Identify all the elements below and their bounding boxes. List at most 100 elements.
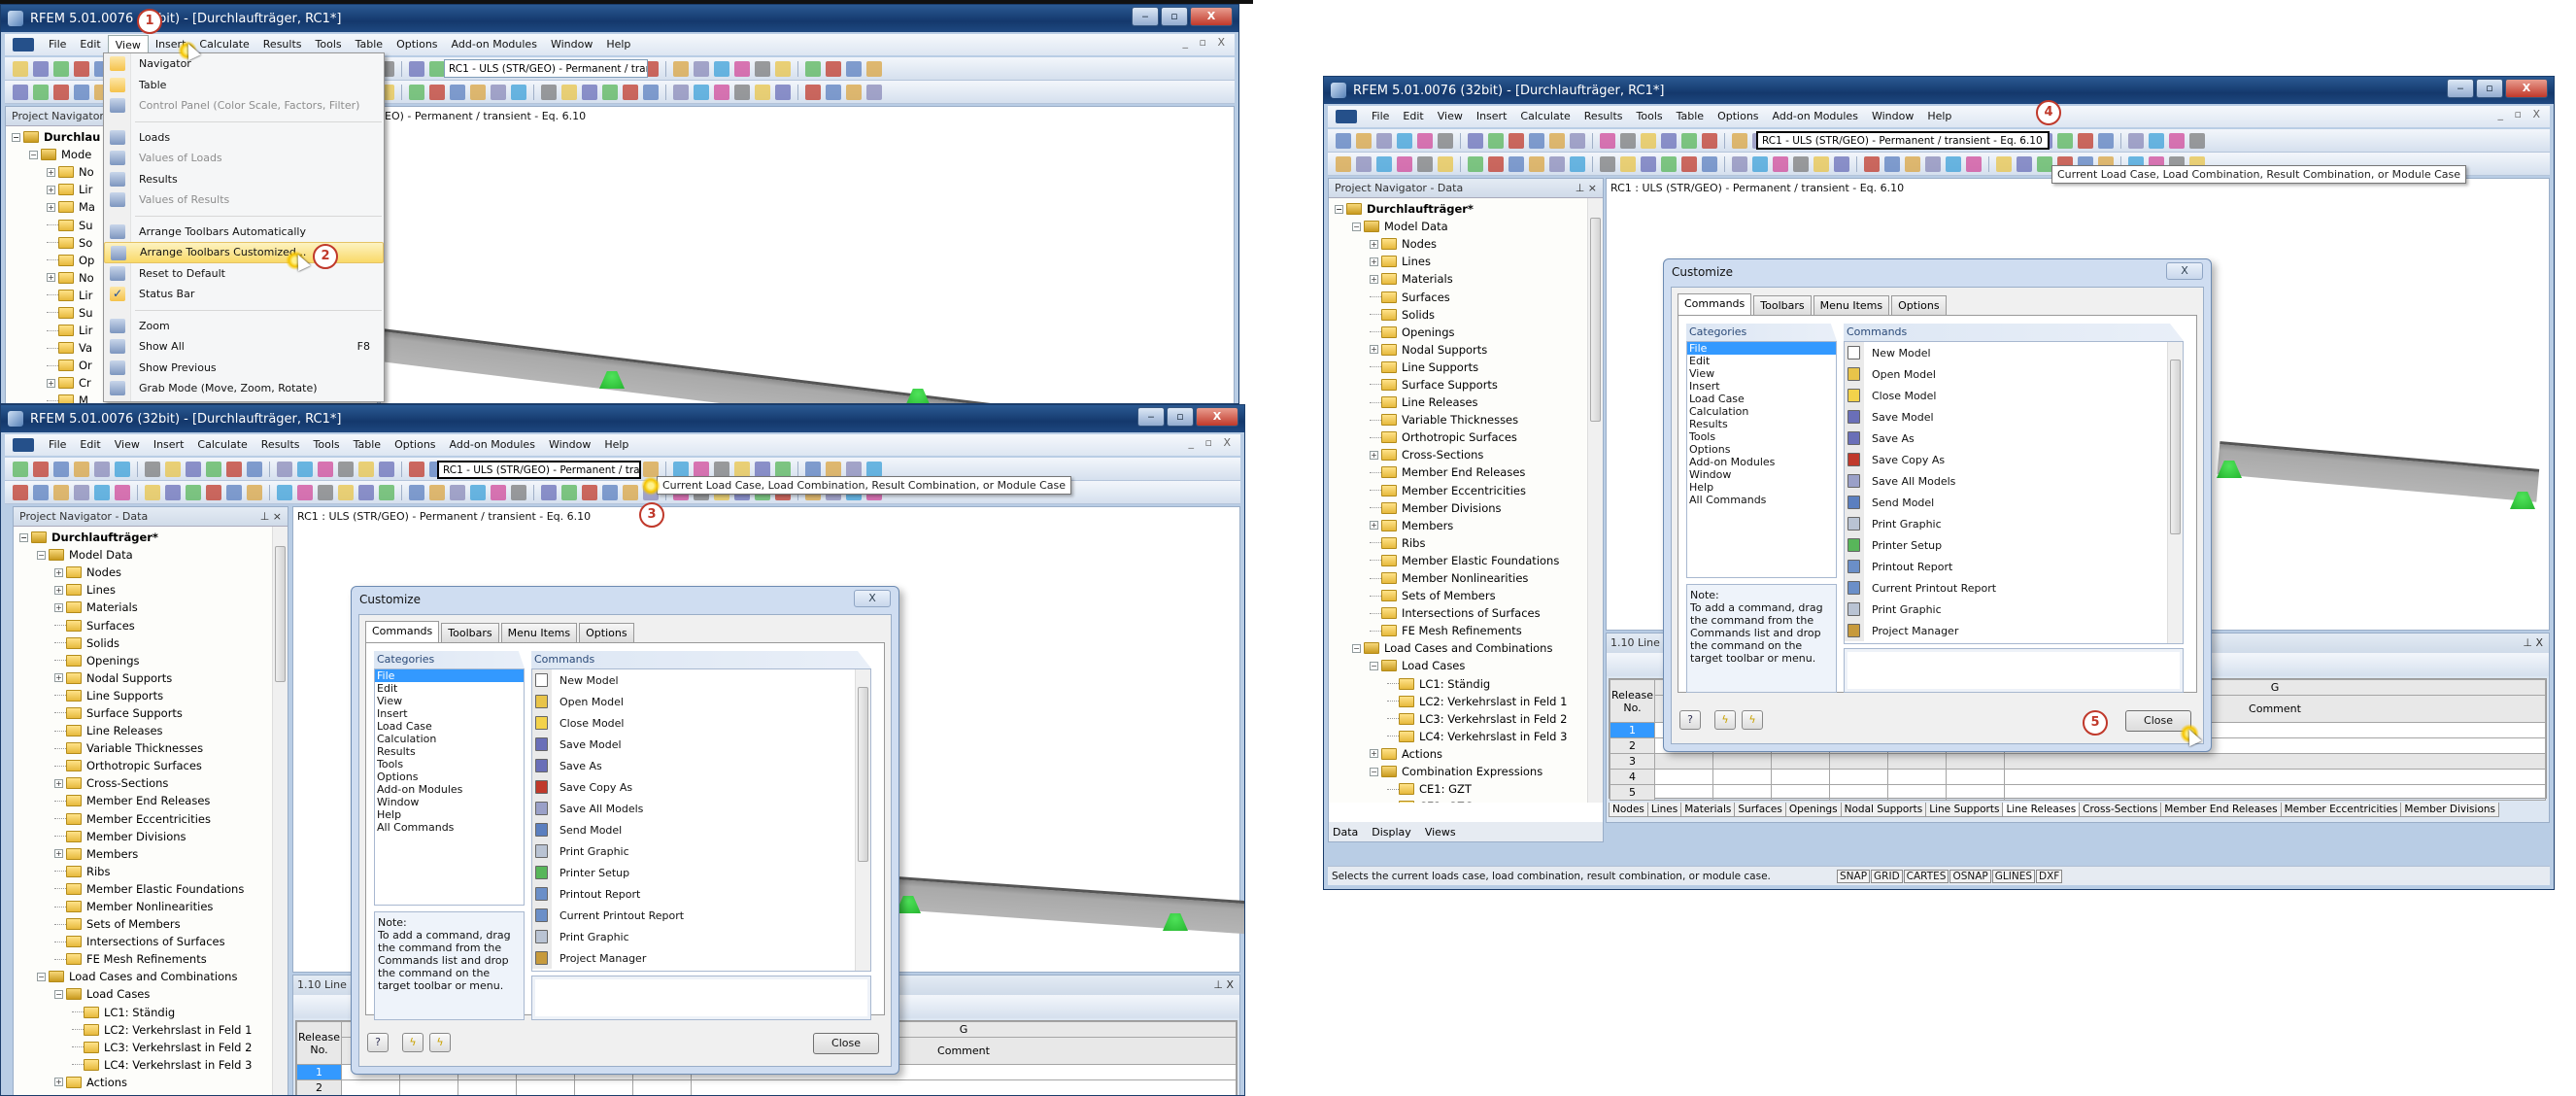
tab-toolbars[interactable]: Toolbars [1753,295,1812,315]
toolbar-button-icon[interactable] [33,60,49,77]
tab-menu-items[interactable]: Menu Items [500,623,578,642]
command-item[interactable]: Print Graphic [1845,599,2183,620]
tree-item[interactable]: Member Elastic Foundations [14,880,272,898]
menu-tools[interactable]: Tools [309,35,349,54]
toolbar-button-icon[interactable] [2189,132,2205,149]
toolbar-button-icon[interactable] [775,60,791,77]
sheet-tab[interactable]: Cross-Sections [2079,803,2162,817]
toolbar-button-icon[interactable] [206,461,221,477]
tree-item[interactable]: − Model Data [1329,218,1587,235]
toolbar-button-icon[interactable] [206,484,221,500]
expand-icon[interactable]: + [47,185,55,194]
table-cell[interactable] [341,1079,400,1095]
category-item[interactable]: Options [375,771,524,783]
table-cell[interactable] [1946,784,2005,801]
toolbar-button-icon[interactable] [186,484,201,500]
category-item[interactable]: Window [1687,468,1836,481]
toolbar-button-icon[interactable] [1417,155,1433,172]
toolbar-button-icon[interactable] [1438,132,1453,149]
tree-item[interactable]: + Lines [14,581,272,599]
toolbar-button-icon[interactable] [1752,155,1768,172]
table-row[interactable]: 5 [1610,784,2546,801]
collapse-icon[interactable]: − [12,132,20,142]
view-menu-item[interactable]: Reset to Default [104,263,384,285]
navigator-pin-close[interactable]: ⊥ × [1576,182,1597,194]
tab-commands[interactable]: Commands [365,621,440,642]
command-item[interactable]: Save As [532,755,870,776]
toolbar-button-icon[interactable] [338,461,354,477]
menu-help[interactable]: Help [1920,107,1958,126]
menu-results[interactable]: Results [254,435,307,455]
tree-item[interactable]: Orthotropic Surfaces [1329,428,1587,446]
toolbar-button-icon[interactable] [409,461,424,477]
toolbar-button-icon[interactable] [1641,132,1656,149]
load-case-select[interactable]: RC1 - ULS (STR/GEO) - Permanent / trar▼ [444,59,648,78]
command-item[interactable]: New Model [532,669,870,691]
menu-file[interactable]: File [42,435,73,455]
toolbar-button-icon[interactable] [94,484,110,500]
toolbar-button-icon[interactable] [74,461,89,477]
category-item[interactable]: Tools [375,758,524,771]
tree-item[interactable]: Variable Thicknesses [1329,411,1587,428]
category-item[interactable]: Edit [375,682,524,695]
tree-item[interactable]: + Materials [1329,270,1587,288]
table-cell[interactable] [1654,784,1713,801]
toolbar-button-icon[interactable] [379,461,394,477]
command-item[interactable]: Project Manager [1845,620,2183,641]
commands-list[interactable]: New Model Open Model Close Model Save Model… [531,668,871,972]
tree-item[interactable]: Member Divisions [1329,499,1587,517]
toolbar-button-icon[interactable] [165,484,181,500]
toolbar-button-icon[interactable] [755,60,770,77]
toolbar-button-icon[interactable] [1356,132,1372,149]
toolbar-button-icon[interactable] [673,60,689,77]
table-cell[interactable] [574,1079,633,1095]
command-item[interactable]: Printout Report [532,883,870,905]
toolbar-button-icon[interactable] [2128,132,2144,149]
toolbar-button-icon[interactable] [74,60,89,77]
navigator-tree[interactable]: − Durchlaufträger* − Model Data + Nodes + Lines… [1329,198,1587,803]
toolbar-button-icon[interactable] [33,84,49,100]
toolbar-button-icon[interactable] [53,84,69,100]
tree-item[interactable]: Member End Releases [14,792,272,809]
toolbar-button-icon[interactable] [694,84,709,100]
toolbar-button-icon[interactable] [1864,155,1880,172]
toolbar-button-icon[interactable] [297,484,313,500]
commands-list[interactable]: New Model Open Model Close Model Save Model… [1844,341,2184,644]
expand-icon[interactable]: + [1370,450,1378,460]
expand-icon[interactable]: + [1370,345,1378,355]
command-item[interactable]: Printer Setup [532,862,870,883]
mdi-controls[interactable]: _ ▫ X [1189,436,1235,449]
toolbar-button-icon[interactable] [470,484,486,500]
maximize-button[interactable]: ▫ [1167,407,1194,427]
collapse-icon[interactable]: − [37,972,46,981]
toolbar-button-icon[interactable] [805,461,821,477]
toolbar-button-icon[interactable] [13,60,28,77]
toolbar-button-icon[interactable] [145,484,160,500]
status-toggle-snap[interactable]: SNAP [1837,869,1871,883]
category-item[interactable]: Add-on Modules [375,783,524,796]
collapse-icon[interactable]: − [54,989,63,999]
menu-table[interactable]: Table [349,35,390,54]
status-toggle-glines[interactable]: GLINES [1991,869,2035,883]
close-button[interactable]: Close [813,1033,879,1054]
menu-help[interactable]: Help [597,435,635,455]
toolbar-button-icon[interactable] [1397,155,1412,172]
toolbar-button-icon[interactable] [470,84,486,100]
menu-tools[interactable]: Tools [307,435,347,455]
toolbar-button-icon[interactable] [115,461,130,477]
menu-addon-modules[interactable]: Add-on Modules [443,435,542,455]
collapse-icon[interactable]: − [29,150,38,159]
command-item[interactable]: Send Model [1845,492,2183,513]
row-number[interactable]: 5 [1610,784,1655,801]
minimize-button[interactable]: ‒ [1137,407,1165,427]
navigator-scrollbar[interactable] [1587,198,1603,803]
menu-calculate[interactable]: Calculate [190,435,254,455]
menu-help[interactable]: Help [599,35,637,54]
tree-item[interactable]: + Nodal Supports [1329,341,1587,359]
toolbar-button-icon[interactable] [1661,132,1677,149]
collapse-icon[interactable]: − [1370,767,1378,776]
toolbar-button-icon[interactable] [826,60,841,77]
menu-tools[interactable]: Tools [1630,107,1670,126]
toolbar-button-icon[interactable] [623,484,638,500]
tree-item[interactable]: Solids [14,634,272,652]
